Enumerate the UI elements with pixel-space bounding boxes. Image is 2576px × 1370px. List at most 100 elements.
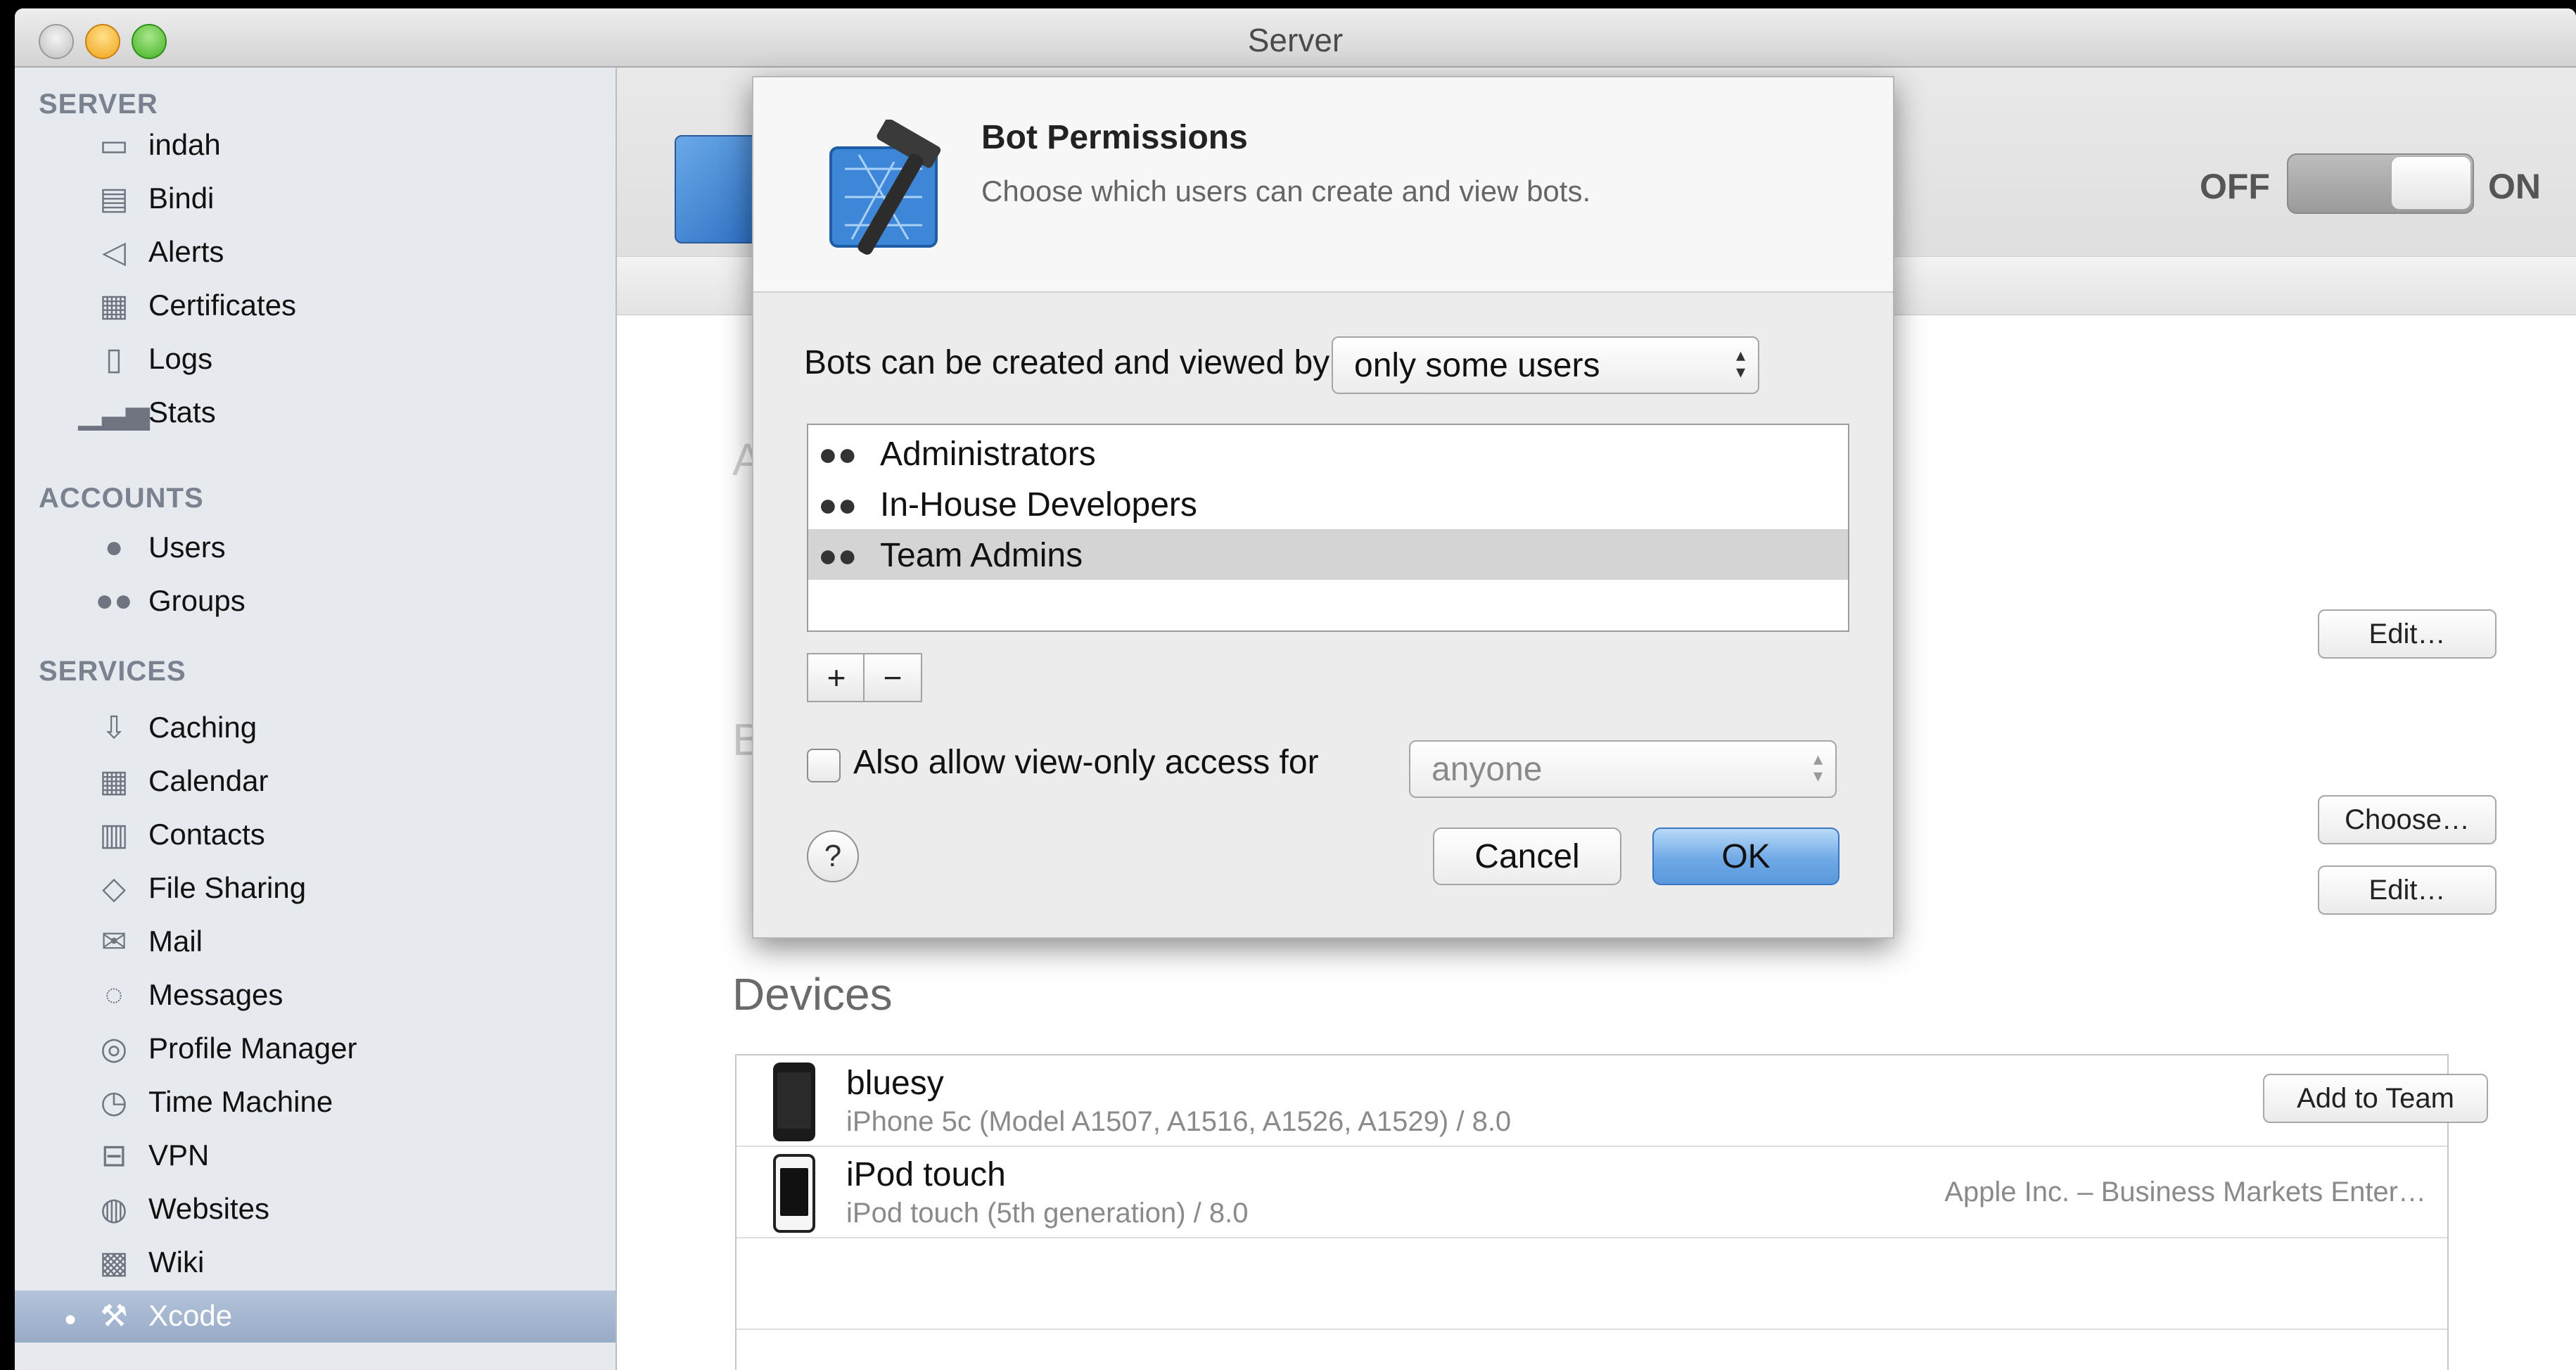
sidebar-item-label: File Sharing xyxy=(148,871,307,904)
server-icon: ▭ xyxy=(99,127,129,163)
sidebar-item-mail[interactable]: ✉ Mail xyxy=(15,916,616,968)
group-list-item[interactable]: ●● Administrators xyxy=(808,428,1848,478)
devices-table: bluesy iPhone 5c (Model A1507, A1516, A1… xyxy=(735,1054,2488,1370)
messages-icon: ◌ xyxy=(104,977,124,1012)
sidebar-section-services: SERVICES xyxy=(39,656,186,687)
sidebar: SERVER ▭ indah ▤ Bindi ◁ Alerts ▦ Certif… xyxy=(15,68,617,1370)
sidebar-item-label: VPN xyxy=(148,1139,210,1172)
sidebar-item-label: Caching xyxy=(148,711,257,744)
choose-xcode-button[interactable]: Choose… xyxy=(2318,795,2497,844)
ok-button[interactable]: OK xyxy=(1652,827,1839,885)
sidebar-item-label: Certificates xyxy=(148,288,297,322)
add-group-button[interactable]: + xyxy=(807,653,866,702)
bot-permissions-sheet: Bot Permissions Choose which users can c… xyxy=(752,76,1894,939)
sidebar-item-certificates[interactable]: ▦ Certificates xyxy=(15,280,616,332)
sidebar-item-websites[interactable]: ◍ Websites xyxy=(15,1184,616,1236)
device-name: bluesy xyxy=(846,1065,944,1102)
sidebar-section-server: SERVER xyxy=(39,89,158,120)
sidebar-item-label: Messages xyxy=(148,978,283,1011)
popup-value: only some users xyxy=(1354,347,1600,384)
iphone-icon xyxy=(773,1063,815,1141)
folder-icon: ◇ xyxy=(102,870,126,906)
device-row[interactable]: bluesy iPhone 5c (Model A1507, A1516, A1… xyxy=(737,1055,2488,1147)
sidebar-item-label: Calendar xyxy=(148,764,269,797)
sidebar-item-time-machine[interactable]: ◷ Time Machine xyxy=(15,1077,616,1129)
sheet-subtitle: Choose which users can create and view b… xyxy=(981,175,1591,208)
sidebar-item-stats[interactable]: ▁▃▅ Stats xyxy=(15,387,616,439)
group-icon: ●● xyxy=(95,583,133,618)
sidebar-item-vpn[interactable]: ⊟ VPN xyxy=(15,1130,616,1182)
device-detail: iPod touch (5th generation) / 8.0 xyxy=(846,1198,1249,1229)
sidebar-item-xcode[interactable]: ● ⚒ Xcode xyxy=(15,1290,616,1343)
cancel-button[interactable]: Cancel xyxy=(1433,827,1621,885)
user-icon: ● xyxy=(104,530,124,564)
sidebar-item-wiki[interactable]: ▩ Wiki xyxy=(15,1237,616,1289)
device-name: iPod touch xyxy=(846,1156,1006,1193)
window-title: Server xyxy=(1247,22,1344,58)
sidebar-item-indah[interactable]: ▭ indah xyxy=(15,120,616,172)
sidebar-item-contacts[interactable]: ▥ Contacts xyxy=(15,809,616,861)
service-power-switch[interactable] xyxy=(2287,153,2474,214)
group-icon: ●● xyxy=(818,486,857,523)
sheet-title: Bot Permissions xyxy=(981,119,1248,156)
device-row[interactable]: iPod touch iPod touch (5th generation) /… xyxy=(737,1147,2447,1238)
sidebar-item-file-sharing[interactable]: ◇ File Sharing xyxy=(15,863,616,915)
sidebar-item-logs[interactable]: ▯ Logs xyxy=(15,334,616,386)
device-row-empty xyxy=(737,1238,2447,1330)
sidebar-item-label: Users xyxy=(148,531,226,564)
xcode-service-icon xyxy=(675,135,762,243)
group-icon: ●● xyxy=(818,537,857,573)
devices-section-title: Devices xyxy=(732,969,893,1020)
sidebar-item-label: Alerts xyxy=(148,235,224,268)
remove-group-button[interactable]: − xyxy=(863,653,922,702)
mail-icon: ✉ xyxy=(101,924,127,959)
sidebar-item-bindi[interactable]: ▤ Bindi xyxy=(15,173,616,225)
megaphone-icon: ◁ xyxy=(102,234,126,269)
toggle-off-label: OFF xyxy=(2200,167,2270,206)
caching-icon: ⇩ xyxy=(101,710,127,745)
xcode-hammer-icon xyxy=(829,120,941,255)
sidebar-item-label: Wiki xyxy=(148,1245,205,1279)
sidebar-item-label: indah xyxy=(148,128,221,161)
calendar-icon: ▦ xyxy=(99,763,129,799)
document-icon: ▯ xyxy=(105,341,123,376)
globe-icon: ◍ xyxy=(100,1191,128,1226)
sidebar-item-messages[interactable]: ◌ Messages xyxy=(15,970,616,1022)
edit-access-button[interactable]: Edit… xyxy=(2318,609,2497,659)
sidebar-item-label: Stats xyxy=(148,395,216,429)
group-label: In-House Developers xyxy=(880,486,1197,524)
wiki-icon: ▩ xyxy=(99,1245,129,1280)
bar-chart-icon: ▁▃▅ xyxy=(78,395,150,430)
group-list-item[interactable]: ●● In-House Developers xyxy=(808,478,1848,529)
sheet-header: Bot Permissions Choose which users can c… xyxy=(753,77,1893,293)
sidebar-item-groups[interactable]: ●● Groups xyxy=(15,576,616,628)
help-button[interactable]: ? xyxy=(807,830,859,882)
sidebar-item-users[interactable]: ● Users xyxy=(15,522,616,574)
ipod-icon xyxy=(773,1154,815,1233)
sidebar-item-caching[interactable]: ⇩ Caching xyxy=(15,702,616,754)
group-icon: ●● xyxy=(818,436,857,472)
view-only-popup[interactable]: anyone ▴ ▾ xyxy=(1409,740,1837,798)
group-label: Administrators xyxy=(880,436,1096,473)
time-machine-icon: ◷ xyxy=(100,1084,128,1120)
sidebar-item-calendar[interactable]: ▦ Calendar xyxy=(15,756,616,808)
add-to-team-button[interactable]: Add to Team xyxy=(2263,1074,2488,1123)
sidebar-item-label: Contacts xyxy=(148,818,265,851)
sidebar-item-label: Groups xyxy=(148,584,246,617)
title-bar: Server xyxy=(15,8,2576,68)
server-window: Server SERVER ▭ indah ▤ Bindi ◁ Alerts ▦… xyxy=(15,8,2576,1370)
view-only-label: Also allow view-only access for xyxy=(853,744,1319,781)
group-list-item-selected[interactable]: ●● Team Admins xyxy=(808,529,1848,580)
view-only-checkbox[interactable] xyxy=(807,749,841,782)
vpn-lock-icon: ⊟ xyxy=(101,1138,127,1173)
edit-teams-button[interactable]: Edit… xyxy=(2318,865,2497,915)
sidebar-item-label: Profile Manager xyxy=(148,1032,357,1065)
created-by-popup[interactable]: only some users ▴ ▾ xyxy=(1332,336,1759,394)
sidebar-item-alerts[interactable]: ◁ Alerts xyxy=(15,227,616,279)
sidebar-item-label: Mail xyxy=(148,925,203,958)
allowed-groups-list[interactable]: ●● Administrators ●● In-House Developers… xyxy=(807,424,1849,632)
profile-manager-icon: ◎ xyxy=(100,1031,128,1066)
created-by-label: Bots can be created and viewed by xyxy=(804,344,1330,381)
sidebar-item-profile-manager[interactable]: ◎ Profile Manager xyxy=(15,1023,616,1075)
xcode-hammer-icon: ⚒ xyxy=(100,1298,128,1333)
